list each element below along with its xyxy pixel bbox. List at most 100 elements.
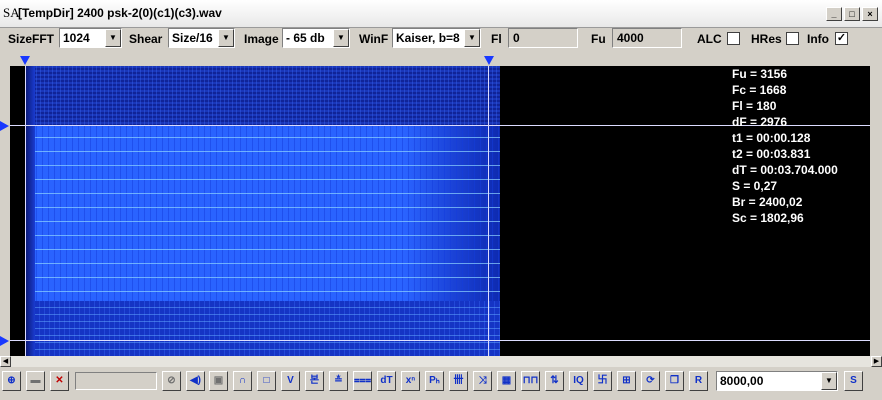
iq-icon-button[interactable]: IQ	[569, 371, 588, 391]
pulse-icon: ⊓⊓	[522, 375, 539, 386]
clear-icon: ✕	[55, 375, 64, 386]
r-icon-button[interactable]: R	[689, 371, 708, 391]
winf-label: WinF	[359, 32, 389, 46]
ph-icon-button[interactable]: Pₕ	[425, 371, 444, 391]
s-button[interactable]: S	[844, 371, 863, 391]
alc-label: ALC	[697, 32, 722, 46]
fu-field[interactable]: 4000	[612, 28, 682, 48]
fu-value: 4000	[617, 31, 644, 45]
clear-icon-button[interactable]: ✕	[50, 371, 69, 391]
fl-field[interactable]: 0	[508, 28, 578, 48]
minimize-button[interactable]: _	[826, 7, 842, 21]
speaker-icon-button[interactable]: ◀)	[186, 371, 205, 391]
image-label: Image	[244, 32, 279, 46]
rect-icon: □	[263, 375, 270, 386]
sample-rate-select[interactable]: 8000,00 ▼	[716, 371, 838, 391]
image-select[interactable]: - 65 db ▼	[282, 28, 350, 48]
dt-icon-button[interactable]: dT	[377, 371, 396, 391]
sizefft-value: 1024	[63, 31, 90, 45]
horizontal-scrollbar[interactable]: ◀ ▶	[0, 356, 882, 367]
marker2-icon: ≛	[334, 375, 343, 386]
chevron-down-icon[interactable]: ▼	[218, 29, 234, 47]
info-fu: Fu = 3156	[732, 67, 788, 81]
image-value: - 65 db	[286, 31, 325, 45]
pulse-icon-button[interactable]: ⊓⊓	[521, 371, 540, 391]
stop-icon-button[interactable]: ⊘	[162, 371, 181, 391]
shear-label: Shear	[129, 32, 163, 46]
close-button[interactable]: ×	[862, 7, 878, 21]
chevron-down-icon[interactable]: ▼	[105, 29, 121, 47]
shear-select[interactable]: Size/16 ▼	[168, 28, 235, 48]
alc-checkbox[interactable]	[727, 32, 740, 45]
grid-icon-button[interactable]: ▦	[497, 371, 516, 391]
scroll-right-icon[interactable]: ▶	[871, 356, 882, 367]
folder-icon: ▬	[30, 375, 41, 386]
speaker-icon: ◀)	[189, 375, 202, 386]
grid-icon: ▦	[501, 375, 512, 386]
info-fl: Fl = 180	[732, 99, 777, 113]
hres-checkbox[interactable]	[786, 32, 799, 45]
scroll-left-icon[interactable]: ◀	[0, 356, 11, 367]
copy-icon-button[interactable]: ❐	[665, 371, 684, 391]
settings-toolbar: SizeFFT 1024 ▼ Shear Size/16 ▼ Image - 6…	[0, 28, 882, 50]
chevron-down-icon[interactable]: ▼	[333, 29, 349, 47]
maximize-button[interactable]: □	[844, 7, 860, 21]
folder-icon-button[interactable]: ▬	[26, 371, 45, 391]
upper-marker-icon[interactable]	[0, 121, 9, 131]
stop-icon: ⊘	[167, 375, 176, 386]
info-checkbox[interactable]: ✓	[835, 32, 848, 45]
marker-icon-button[interactable]: 본	[305, 371, 324, 391]
chevron-down-icon[interactable]: ▼	[464, 29, 480, 47]
valley-icon-button[interactable]: V	[281, 371, 300, 391]
info-sc: Sc = 1802,96	[732, 211, 804, 225]
title-bar: SA [TempDir] 2400 psk-2(0)(c1)(c3).wav _…	[0, 0, 882, 28]
pattern-icon-button[interactable]: ⊞	[617, 371, 636, 391]
refresh-icon-button[interactable]: ⟳	[641, 371, 660, 391]
marker2-icon-button[interactable]: ≛	[329, 371, 348, 391]
refresh-icon: ⟳	[646, 375, 655, 386]
start-marker-icon[interactable]	[20, 56, 30, 65]
info-fc: Fc = 1668	[732, 83, 787, 97]
zoom-icon-button[interactable]: ⊕	[2, 371, 21, 391]
marker3-icon-button[interactable]: ⩶	[353, 371, 372, 391]
fl-label: Fl	[491, 32, 502, 46]
shear-value: Size/16	[172, 31, 213, 45]
marker-icon: 본	[309, 375, 320, 386]
spectrogram-left-edge	[25, 66, 35, 356]
spectrogram-image	[25, 66, 500, 356]
info-t1: t1 = 00:00.128	[732, 131, 811, 145]
xn-icon-button[interactable]: xⁿ	[401, 371, 420, 391]
lower-frequency-cursor[interactable]	[10, 340, 870, 341]
hres-label: HRes	[751, 32, 782, 46]
valley-icon: V	[287, 375, 294, 386]
bars-icon-button[interactable]: 卌	[449, 371, 468, 391]
spectrogram-upper-band	[25, 66, 500, 126]
updown-icon-button[interactable]: ⇅	[545, 371, 564, 391]
window-title: [TempDir] 2400 psk-2(0)(c1)(c3).wav	[18, 6, 222, 20]
square-icon-button[interactable]: ▣	[209, 371, 228, 391]
chevron-down-icon[interactable]: ▼	[821, 372, 837, 390]
rect-icon-button[interactable]: □	[257, 371, 276, 391]
info-df: dF = 2976	[732, 115, 788, 129]
meander-icon-button[interactable]: 卐	[593, 371, 612, 391]
arc-icon: ∩	[238, 375, 247, 386]
progress-field	[75, 372, 157, 390]
copy-icon: ❐	[670, 375, 679, 386]
end-marker-icon[interactable]	[484, 56, 494, 65]
sizefft-select[interactable]: 1024 ▼	[59, 28, 122, 48]
info-dt: dT = 00:03.704.000	[732, 163, 838, 177]
info-br: Br = 2400,02	[732, 195, 803, 209]
arc-icon-button[interactable]: ∩	[233, 371, 252, 391]
winf-select[interactable]: Kaiser, b=8 ▼	[392, 28, 481, 48]
cross-icon-button[interactable]: ⤨	[473, 371, 492, 391]
start-time-cursor[interactable]	[25, 66, 26, 356]
dt-icon: dT	[380, 375, 393, 386]
end-time-cursor[interactable]	[488, 66, 489, 356]
iq-icon: IQ	[573, 375, 584, 386]
pattern-icon: ⊞	[622, 375, 631, 386]
spectrogram-lower-band	[25, 301, 500, 356]
meander-icon: 卐	[597, 375, 608, 386]
r-icon: R	[694, 375, 703, 386]
zoom-icon: ⊕	[7, 375, 16, 386]
lower-marker-icon[interactable]	[0, 336, 9, 346]
